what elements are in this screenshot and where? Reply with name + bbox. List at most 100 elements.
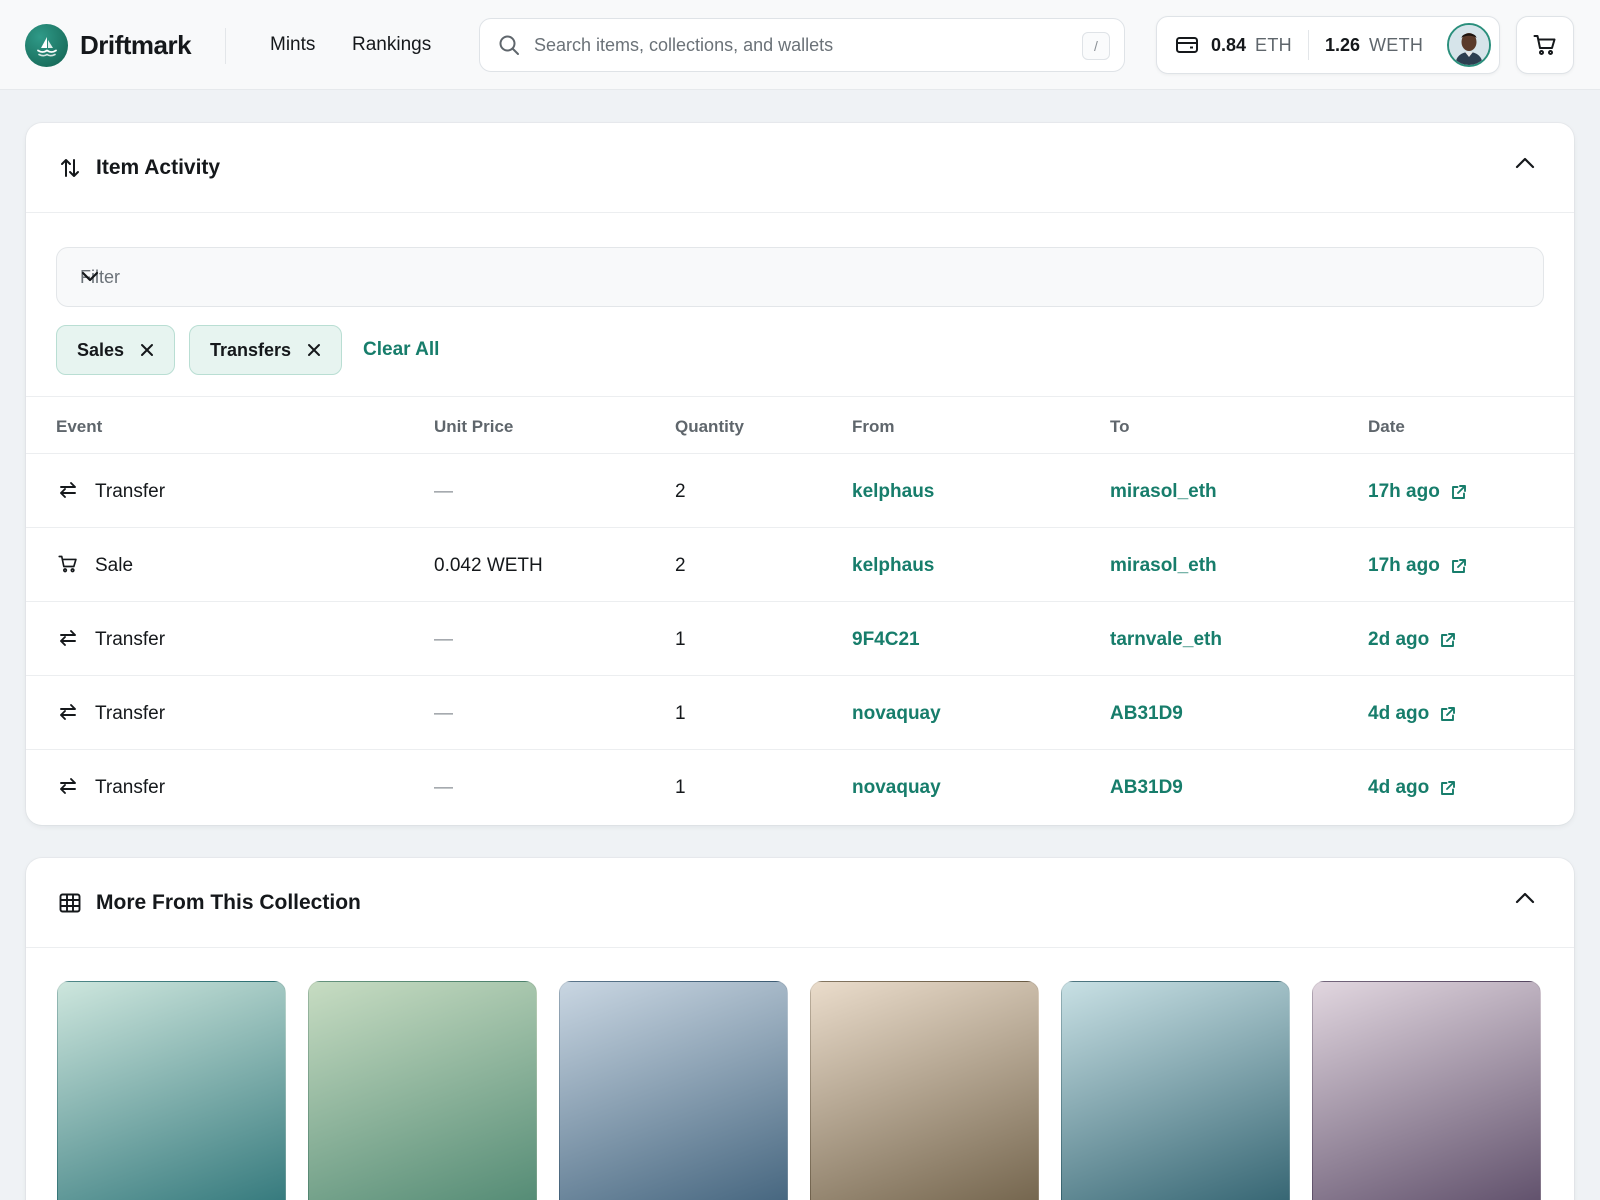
from-address-link[interactable]: kelphaus bbox=[852, 481, 934, 503]
table-row: Transfer — 1 novaquay AB31D9 4d ago bbox=[26, 676, 1574, 750]
to-address-link[interactable]: AB31D9 bbox=[1110, 777, 1183, 799]
external-link-icon bbox=[1439, 780, 1456, 797]
grid-icon bbox=[58, 893, 82, 913]
collection-panel-title: More From This Collection bbox=[96, 890, 361, 914]
cart-icon bbox=[56, 554, 80, 574]
from-address-link[interactable]: novaquay bbox=[852, 777, 941, 799]
external-link-icon bbox=[1450, 484, 1467, 501]
date-text: 4d ago bbox=[1368, 777, 1430, 798]
weth-balance-unit: WETH bbox=[1369, 34, 1424, 55]
item-activity-title: Item Activity bbox=[96, 155, 221, 179]
column-header-to: To bbox=[1110, 417, 1130, 436]
collection-panel-header[interactable]: More From This Collection bbox=[26, 858, 1574, 948]
table-row: Sale 0.042 WETH 2 kelphaus mirasol_eth 1… bbox=[26, 528, 1574, 602]
date-text: 2d ago bbox=[1368, 629, 1430, 650]
collection-item-card[interactable] bbox=[559, 981, 788, 1200]
transfer-icon bbox=[56, 480, 80, 500]
search-bar[interactable]: / bbox=[479, 18, 1125, 72]
filter-chip-label: Sales bbox=[77, 339, 125, 360]
column-header-from: From bbox=[852, 417, 895, 436]
filter-chip-transfers[interactable]: Transfers bbox=[189, 325, 343, 375]
collection-grid bbox=[57, 981, 1541, 1200]
date-link[interactable]: 4d ago bbox=[1368, 703, 1456, 725]
top-navigation-bar: Driftmark Mints Rankings / 0.84 ETH 1.26… bbox=[0, 0, 1600, 90]
wallet-icon bbox=[1175, 35, 1199, 55]
transfer-icon bbox=[56, 702, 80, 722]
collection-item-card[interactable] bbox=[810, 981, 1039, 1200]
event-name: Sale bbox=[95, 555, 134, 576]
to-address-link[interactable]: tarnvale_eth bbox=[1110, 629, 1222, 651]
external-link-icon bbox=[1439, 706, 1456, 723]
external-link-icon bbox=[1450, 558, 1467, 575]
more-from-collection-panel: More From This Collection bbox=[26, 858, 1574, 1200]
column-header-event: Event bbox=[56, 417, 103, 436]
nav-rankings-link[interactable]: Rankings bbox=[352, 34, 431, 56]
activity-table: Event Unit Price Quantity From To Date T… bbox=[26, 396, 1574, 824]
wallet-balance-button[interactable]: 0.84 ETH 1.26 WETH bbox=[1156, 16, 1500, 74]
to-address-link[interactable]: mirasol_eth bbox=[1110, 555, 1217, 577]
date-text: 4d ago bbox=[1368, 703, 1430, 724]
quantity: 1 bbox=[675, 777, 686, 798]
event-name: Transfer bbox=[95, 703, 166, 724]
from-address-link[interactable]: kelphaus bbox=[852, 555, 934, 577]
external-link-icon bbox=[1439, 632, 1456, 649]
eth-balance-unit: ETH bbox=[1255, 34, 1292, 55]
date-link[interactable]: 2d ago bbox=[1368, 629, 1456, 651]
table-header-row: Event Unit Price Quantity From To Date bbox=[26, 396, 1574, 454]
shopping-cart-button[interactable] bbox=[1516, 16, 1574, 74]
from-address-link[interactable]: novaquay bbox=[852, 703, 941, 725]
date-text: 17h ago bbox=[1368, 481, 1440, 502]
unit-price: — bbox=[434, 629, 453, 650]
nav-mints-link[interactable]: Mints bbox=[270, 34, 315, 56]
collection-item-card[interactable] bbox=[1312, 981, 1541, 1200]
clear-all-filters-link[interactable]: Clear All bbox=[363, 339, 439, 361]
cart-icon bbox=[1533, 34, 1557, 56]
unit-price: — bbox=[434, 703, 453, 724]
quantity: 2 bbox=[675, 555, 686, 576]
wallet-divider bbox=[1307, 30, 1309, 60]
chevron-up-icon[interactable] bbox=[1514, 891, 1536, 905]
from-address-link[interactable]: 9F4C21 bbox=[852, 629, 920, 651]
date-link[interactable]: 4d ago bbox=[1368, 777, 1456, 799]
search-icon bbox=[498, 34, 520, 56]
transfer-icon bbox=[56, 776, 80, 796]
collection-item-card[interactable] bbox=[308, 981, 537, 1200]
close-icon[interactable] bbox=[307, 343, 321, 357]
search-input[interactable] bbox=[534, 34, 1054, 56]
collection-item-card[interactable] bbox=[57, 981, 286, 1200]
eth-balance-value: 0.84 bbox=[1211, 34, 1247, 55]
event-name: Transfer bbox=[95, 481, 166, 502]
chevron-up-icon[interactable] bbox=[1514, 156, 1536, 170]
brand-name: Driftmark bbox=[80, 30, 192, 60]
unit-price: — bbox=[434, 481, 453, 502]
to-address-link[interactable]: AB31D9 bbox=[1110, 703, 1183, 725]
column-header-date: Date bbox=[1368, 417, 1405, 436]
table-row: Transfer — 1 9F4C21 tarnvale_eth 2d ago bbox=[26, 602, 1574, 676]
item-activity-header[interactable]: Item Activity bbox=[26, 123, 1574, 213]
unit-price: — bbox=[434, 777, 453, 798]
table-row: Transfer — 2 kelphaus mirasol_eth 17h ag… bbox=[26, 454, 1574, 528]
date-text: 17h ago bbox=[1368, 555, 1440, 576]
quantity: 1 bbox=[675, 629, 686, 650]
column-header-quantity: Quantity bbox=[675, 417, 744, 436]
event-name: Transfer bbox=[95, 777, 166, 798]
date-link[interactable]: 17h ago bbox=[1368, 555, 1467, 577]
sailboat-logo-icon bbox=[25, 24, 68, 67]
weth-balance-value: 1.26 bbox=[1324, 34, 1360, 55]
quantity: 2 bbox=[675, 481, 686, 502]
event-name: Transfer bbox=[95, 629, 166, 650]
header-divider bbox=[225, 28, 226, 64]
filter-chip-sales[interactable]: Sales bbox=[56, 325, 176, 375]
sort-arrows-icon bbox=[58, 157, 82, 179]
column-header-unit-price: Unit Price bbox=[434, 417, 514, 436]
user-avatar[interactable] bbox=[1447, 23, 1491, 67]
unit-price: 0.042 WETH bbox=[434, 555, 543, 576]
activity-filter-dropdown[interactable]: Filter bbox=[56, 247, 1544, 307]
date-link[interactable]: 17h ago bbox=[1368, 481, 1467, 503]
to-address-link[interactable]: mirasol_eth bbox=[1110, 481, 1217, 503]
collection-item-card[interactable] bbox=[1061, 981, 1290, 1200]
filter-chip-label: Transfers bbox=[210, 339, 292, 360]
brand-logo[interactable]: Driftmark bbox=[25, 24, 192, 67]
close-icon[interactable] bbox=[140, 343, 154, 357]
chevron-down-icon bbox=[80, 269, 1521, 283]
